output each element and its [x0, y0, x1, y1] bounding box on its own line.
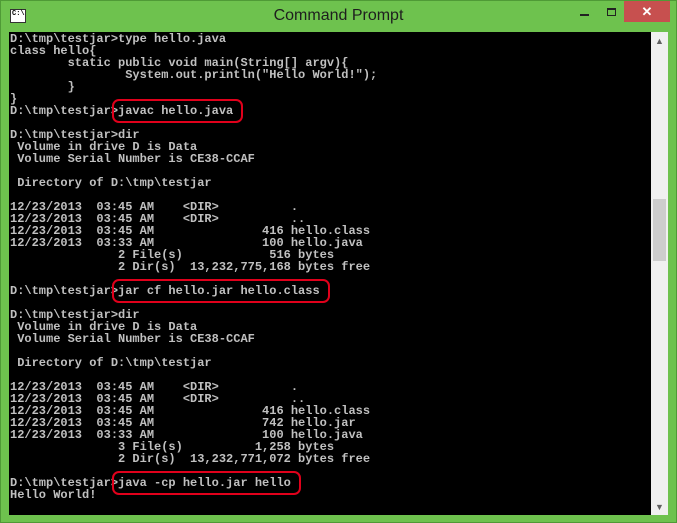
title-bar[interactable]: Command Prompt ✕	[1, 1, 676, 32]
minimize-button[interactable]	[570, 1, 598, 22]
vertical-scrollbar[interactable]: ▲ ▼	[651, 32, 668, 515]
up-arrow-icon: ▲	[655, 35, 664, 46]
command-highlight	[112, 99, 244, 123]
maximize-button[interactable]	[598, 1, 624, 22]
scrollbar-thumb[interactable]	[653, 199, 666, 261]
console-line: Hello World!	[10, 488, 97, 502]
close-icon: ✕	[641, 3, 653, 19]
command-highlight	[112, 471, 301, 495]
scroll-up-button[interactable]: ▲	[651, 32, 668, 49]
console-line: 2 Dir(s) 13,232,775,168 bytes free	[10, 260, 371, 274]
console-output[interactable]: D:\tmp\testjar>type hello.java class hell…	[9, 32, 651, 515]
maximize-icon	[606, 7, 616, 16]
scroll-down-button[interactable]: ▼	[651, 498, 668, 515]
command-prompt-window: Command Prompt ✕ D:\tmp\testjar>type hel…	[0, 0, 677, 523]
window-bottom-border	[9, 515, 668, 521]
console-line: Volume Serial Number is CE38-CCAF	[10, 152, 255, 166]
close-button[interactable]: ✕	[624, 1, 670, 22]
console-line: Directory of D:\tmp\testjar	[10, 176, 212, 190]
command-highlight	[112, 279, 330, 303]
console-line: 2 Dir(s) 13,232,771,072 bytes free	[10, 452, 371, 466]
down-arrow-icon: ▼	[655, 501, 664, 512]
console-line: Directory of D:\tmp\testjar	[10, 356, 212, 370]
minimize-icon	[579, 13, 589, 16]
console-line: Volume Serial Number is CE38-CCAF	[10, 332, 255, 346]
console-line: }	[10, 80, 75, 94]
